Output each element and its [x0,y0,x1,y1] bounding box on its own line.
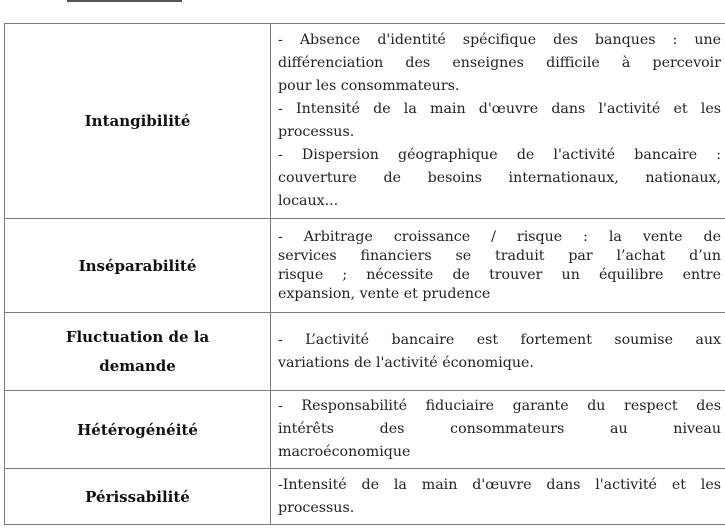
description-line: couverture de besoins internationaux, na… [278,170,721,186]
characteristic-description: - L’activité bancaire est fortement soum… [270,312,725,391]
table-row: Inséparabilité - Arbitrage croissance / … [4,218,725,313]
table-row: Fluctuation de la demande - L’activité b… [4,312,725,391]
table-row: Intangibilité - Absence d'identité spéci… [4,23,725,219]
label-line: Fluctuation de la [65,327,210,346]
description-line: - Dispersion géographique de l'activité … [278,147,721,163]
description-line: variations de l'activité économique. [278,354,534,371]
characteristic-description: - Responsabilité fiduciaire garante du r… [270,390,725,469]
description-line: intérêts des consommateurs au niveau [278,421,721,437]
characteristic-description: -Intensité de la main d'œuvre dans l'act… [270,468,725,525]
characteristic-label: Inséparabilité [4,218,271,313]
cropped-caption-underline [67,0,182,2]
description-line: macroéconomique [278,444,411,460]
description-line: expansion, vente et prudence [278,285,491,302]
description-line: - Arbitrage croissance / risque : la ven… [278,228,721,245]
description-line: services financiers se traduit par l’ach… [278,247,721,264]
label-line: demande [99,356,176,375]
description-line: différenciation des enseignes difficile … [278,55,721,71]
characteristic-description: - Arbitrage croissance / risque : la ven… [270,218,725,313]
description-line: - Responsabilité fiduciaire garante du r… [278,398,721,414]
description-line: pour les consommateurs. [278,78,460,94]
description-line: - Absence d'identité spécifique des banq… [278,32,721,48]
description-line: processus. [278,499,355,516]
characteristic-label: Hétérogénéité [4,390,271,469]
description-line: locaux... [278,193,339,209]
bank-service-characteristics-table: Intangibilité - Absence d'identité spéci… [4,23,725,525]
characteristic-label: Périssabilité [4,468,271,525]
characteristic-description: - Absence d'identité spécifique des banq… [270,23,725,219]
characteristic-label: Intangibilité [4,23,271,219]
description-line: processus. [278,124,355,140]
table-row: Périssabilité -Intensité de la main d'œu… [4,468,725,525]
description-line: - Intensité de la main d'œuvre dans l'ac… [278,101,721,117]
table-row: Hétérogénéité - Responsabilité fiduciair… [4,390,725,469]
description-line: risque ; nécessite de trouver un équilib… [278,266,721,283]
characteristic-label: Fluctuation de la demande [4,312,271,391]
description-line: -Intensité de la main d'œuvre dans l'act… [278,476,721,493]
description-line: - L’activité bancaire est fortement soum… [278,331,721,348]
